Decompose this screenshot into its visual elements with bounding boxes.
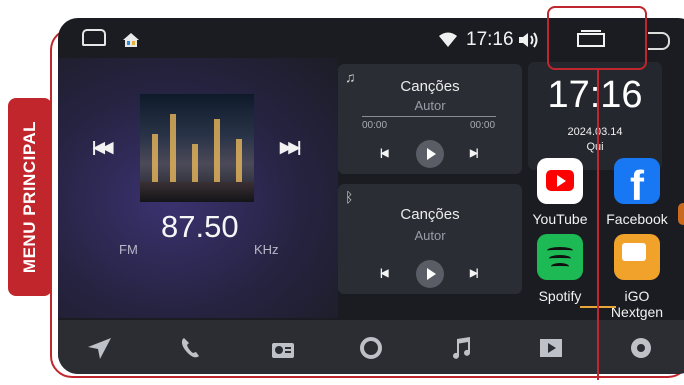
music-icon[interactable] bbox=[448, 336, 474, 360]
clock-widget[interactable]: 17:16 2024.03.14 Qui bbox=[528, 62, 662, 170]
youtube-icon[interactable] bbox=[537, 158, 583, 204]
home-outline-icon[interactable] bbox=[82, 29, 106, 46]
facebook-label[interactable]: Facebook bbox=[597, 211, 677, 227]
radio-unit: KHz bbox=[254, 242, 279, 257]
volume-icon[interactable] bbox=[518, 31, 540, 49]
music-next-icon[interactable]: ▶| bbox=[470, 148, 478, 159]
music-title: Canções bbox=[400, 78, 460, 95]
head-unit-screen: 17:16 |◀◀ ▶▶| 87.50 FM KHz ♫ Canções Aut… bbox=[58, 18, 684, 374]
video-icon[interactable] bbox=[538, 336, 564, 360]
bluetooth-card[interactable]: ᛒ Canções Autor |◀ ▶| bbox=[338, 184, 522, 294]
wifi-icon bbox=[439, 32, 457, 47]
navigation-icon[interactable] bbox=[86, 336, 112, 360]
next-station-icon[interactable]: ▶▶| bbox=[280, 138, 301, 156]
bt-artist: Autor bbox=[414, 228, 446, 243]
radio-icon[interactable] bbox=[270, 336, 296, 360]
bluetooth-icon: ᛒ bbox=[345, 189, 354, 205]
bt-title: Canções bbox=[400, 206, 460, 223]
recent-apps-callout bbox=[547, 6, 647, 70]
circle-icon[interactable] bbox=[358, 336, 384, 360]
status-time: 17:16 bbox=[466, 29, 514, 50]
menu-principal-tab: MENU PRINCIPAL bbox=[8, 98, 52, 296]
back-icon[interactable] bbox=[648, 32, 670, 50]
phone-icon[interactable] bbox=[178, 336, 204, 360]
music-play-button[interactable] bbox=[416, 140, 444, 168]
igo-label[interactable]: iGO Nextgen bbox=[597, 288, 677, 320]
house-icon[interactable] bbox=[122, 32, 140, 48]
music-artist: Autor bbox=[414, 98, 446, 113]
bottom-dock bbox=[58, 320, 684, 374]
radio-frequency: 87.50 bbox=[161, 209, 239, 244]
prev-station-icon[interactable]: |◀◀ bbox=[92, 138, 113, 156]
clock-weekday: Qui bbox=[586, 141, 604, 153]
music-time-end: 00:00 bbox=[470, 120, 496, 131]
music-prev-icon[interactable]: |◀ bbox=[380, 148, 388, 159]
youtube-label[interactable]: YouTube bbox=[520, 211, 600, 227]
music-progress-bar[interactable] bbox=[362, 116, 496, 117]
spotify-icon[interactable] bbox=[537, 234, 583, 280]
menu-principal-label: MENU PRINCIPAL bbox=[20, 120, 40, 274]
bt-next-icon[interactable]: ▶| bbox=[470, 268, 478, 279]
bt-prev-icon[interactable]: |◀ bbox=[380, 268, 388, 279]
music-time-start: 00:00 bbox=[362, 120, 388, 131]
clock-date: 2024.03.14 bbox=[567, 126, 623, 138]
album-art bbox=[140, 94, 254, 202]
settings-icon[interactable] bbox=[628, 336, 654, 360]
music-card[interactable]: ♫ Canções Autor 00:00 00:00 |◀ ▶| bbox=[338, 64, 522, 174]
callout-connector bbox=[597, 70, 599, 380]
facebook-icon[interactable]: f bbox=[614, 158, 660, 209]
bt-play-button[interactable] bbox=[416, 260, 444, 288]
clock-time: 17:16 bbox=[547, 74, 643, 116]
edge-indicator bbox=[678, 203, 684, 225]
spotify-label[interactable]: Spotify bbox=[520, 288, 600, 304]
radio-band: FM bbox=[119, 242, 138, 257]
igo-icon[interactable] bbox=[614, 234, 660, 280]
